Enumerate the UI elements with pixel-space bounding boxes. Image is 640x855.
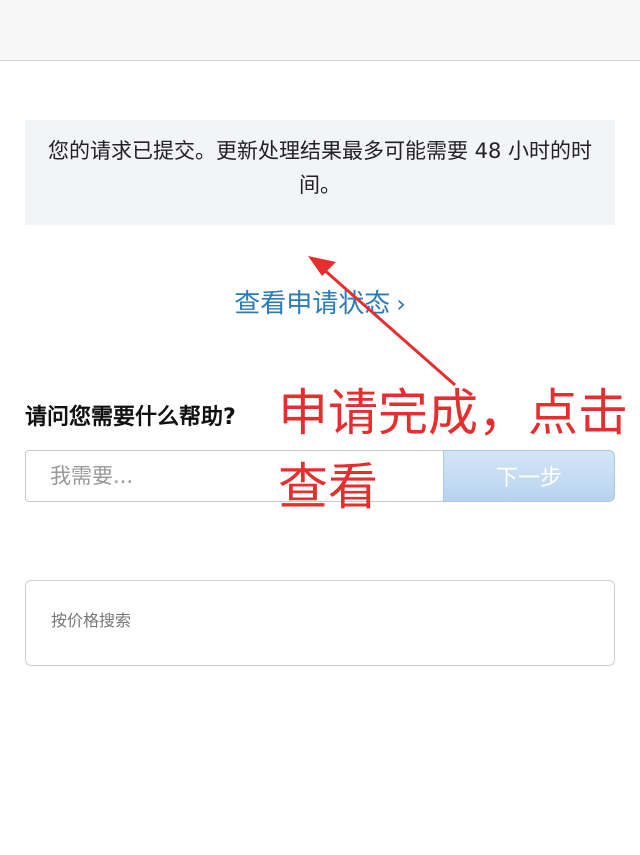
top-bar [0, 0, 640, 61]
price-search-input[interactable] [25, 580, 615, 666]
submission-notice: 您的请求已提交。更新处理结果最多可能需要 48 小时的时间。 [25, 120, 615, 225]
next-step-button[interactable]: 下一步 [443, 450, 615, 502]
help-question-label: 请问您需要什么帮助? [25, 405, 236, 430]
page: 您的请求已提交。更新处理结果最多可能需要 48 小时的时间。 查看申请状态 › 请… [0, 0, 640, 855]
chevron-right-icon: › [396, 290, 406, 318]
view-status-link[interactable]: 查看申请状态 › [0, 282, 640, 326]
notice-message: 您的请求已提交。更新处理结果最多可能需要 48 小时的时间。 [47, 139, 593, 197]
view-status-label: 查看申请状态 [234, 289, 391, 319]
need-input[interactable] [25, 450, 445, 502]
